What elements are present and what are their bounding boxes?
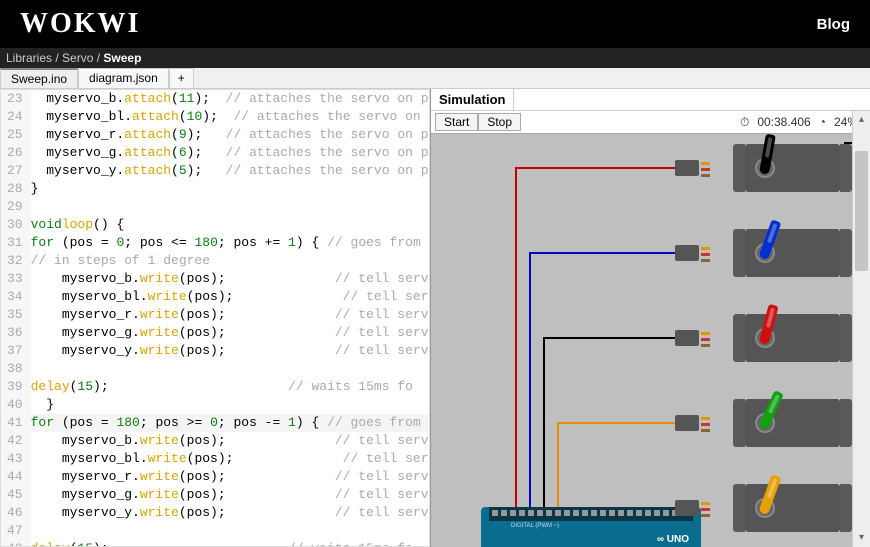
servo-4[interactable]: [745, 484, 840, 532]
servo-connector: [675, 158, 735, 178]
servo-connector: [675, 498, 735, 518]
servo-body: [745, 399, 840, 447]
breadcrumb-item[interactable]: Libraries: [6, 51, 52, 65]
simulation-canvas[interactable]: DIGITAL (PWM ~) ∞ UNO: [431, 134, 870, 547]
arduino-headers: [489, 507, 693, 521]
arduino-board[interactable]: DIGITAL (PWM ~) ∞ UNO: [481, 507, 701, 547]
scroll-down-icon[interactable]: ▾: [853, 529, 870, 547]
blog-link[interactable]: Blog: [817, 16, 850, 33]
servo-0[interactable]: [745, 144, 840, 192]
servo-2[interactable]: [745, 314, 840, 362]
tab-sweep-ino[interactable]: Sweep.ino: [0, 68, 78, 88]
line-gutter: 2324252627282930313233343536373839404142…: [1, 90, 31, 547]
code-editor[interactable]: 2324252627282930313233343536373839404142…: [0, 89, 430, 547]
scroll-thumb[interactable]: [855, 151, 868, 271]
start-button[interactable]: Start: [435, 113, 478, 131]
simulation-status: ⏱ 00:38.406 ◔ 24%: [740, 115, 866, 130]
servo-connector: [675, 243, 735, 263]
arduino-sublabel: DIGITAL (PWM ~): [511, 523, 559, 529]
sim-time: 00:38.406: [757, 115, 810, 129]
logo[interactable]: WOKWI: [20, 8, 140, 40]
stopwatch-icon: ⏱: [740, 115, 749, 130]
servo-3[interactable]: [745, 399, 840, 447]
servo-1[interactable]: [745, 229, 840, 277]
servo-body: [745, 144, 840, 192]
scroll-up-icon[interactable]: ▴: [853, 111, 870, 129]
servo-connector: [675, 413, 735, 433]
scrollbar-vertical[interactable]: ▴ ▾: [852, 111, 870, 547]
simulation-panel: Simulation Start Stop ⏱ 00:38.406 ◔ 24% …: [430, 89, 870, 547]
servo-body: [745, 314, 840, 362]
code-content[interactable]: myservo_b.attach(11); // attaches the se…: [31, 90, 430, 547]
simulation-controls: Start Stop ⏱ 00:38.406 ◔ 24%: [431, 111, 870, 134]
breadcrumb-current: Sweep: [103, 51, 141, 65]
editor-tabs: Sweep.ino diagram.json +: [0, 68, 870, 89]
app-header: WOKWI Blog: [0, 0, 870, 48]
servo-body: [745, 229, 840, 277]
servo-body: [745, 484, 840, 532]
tab-add[interactable]: +: [169, 68, 194, 88]
servo-connector: [675, 328, 735, 348]
simulation-title: Simulation: [431, 89, 514, 110]
breadcrumb: Libraries / Servo / Sweep: [0, 48, 870, 68]
tab-diagram-json[interactable]: diagram.json: [78, 68, 169, 88]
gauge-icon: ◔: [819, 115, 826, 129]
simulation-header: Simulation: [431, 89, 870, 111]
breadcrumb-item[interactable]: Servo: [62, 51, 93, 65]
arduino-label: ∞ UNO: [657, 534, 689, 545]
stop-button[interactable]: Stop: [478, 113, 521, 131]
